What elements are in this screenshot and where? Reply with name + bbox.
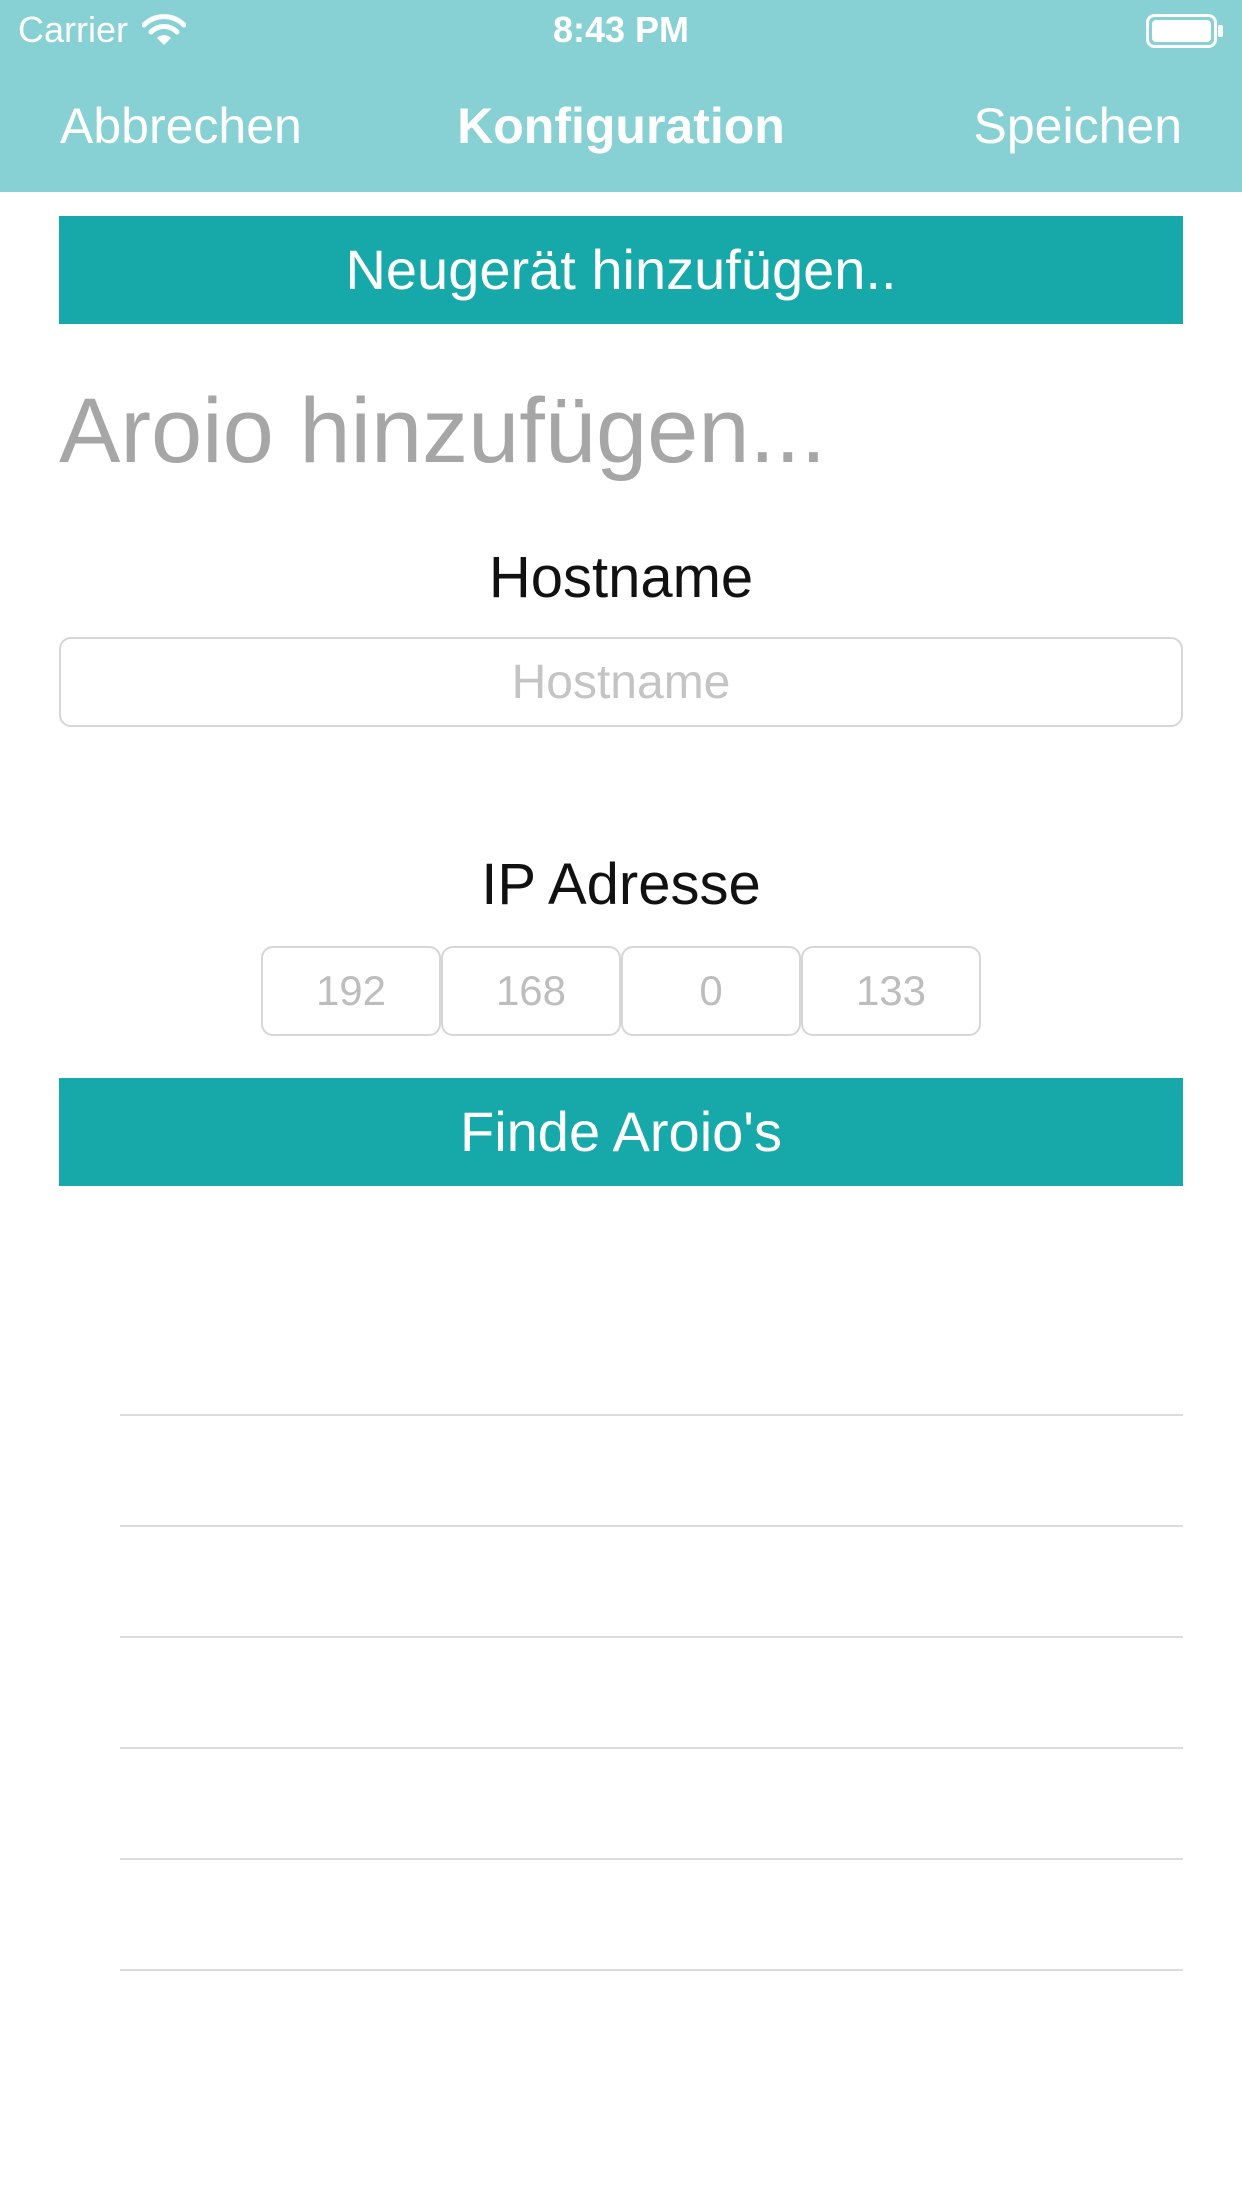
- header: Carrier 8:43 PM Abbrechen Konfiguration …: [0, 0, 1242, 192]
- hostname-label: Hostname: [488, 545, 754, 610]
- ip-octet-3-input[interactable]: [621, 946, 801, 1036]
- status-bar: Carrier 8:43 PM: [0, 0, 1242, 60]
- list-item[interactable]: [0, 1194, 1242, 1416]
- ip-octet-1-input[interactable]: [261, 946, 441, 1036]
- find-aroios-button[interactable]: Finde Aroio's: [59, 1078, 1183, 1186]
- list-item[interactable]: [0, 1638, 1242, 1749]
- aroio-results-list: [0, 1194, 1242, 1971]
- add-new-device-button[interactable]: Neugerät hinzufügen..: [59, 216, 1183, 324]
- navigation-bar: Abbrechen Konfiguration Speichen: [0, 60, 1242, 192]
- ip-octet-4-input[interactable]: [801, 946, 981, 1036]
- list-item[interactable]: [0, 1527, 1242, 1638]
- ip-address-fields: [261, 946, 981, 1036]
- status-time: 8:43 PM: [552, 9, 690, 50]
- list-item[interactable]: [0, 1749, 1242, 1860]
- list-item[interactable]: [0, 1416, 1242, 1527]
- list-item[interactable]: [0, 1860, 1242, 1971]
- hostname-input[interactable]: [59, 637, 1183, 727]
- ip-address-label: IP Adresse: [481, 852, 761, 917]
- section-heading: Aroio hinzufügen...: [59, 380, 827, 482]
- battery-icon: [1146, 14, 1224, 48]
- save-button[interactable]: Speichen: [974, 96, 1183, 156]
- ip-octet-2-input[interactable]: [441, 946, 621, 1036]
